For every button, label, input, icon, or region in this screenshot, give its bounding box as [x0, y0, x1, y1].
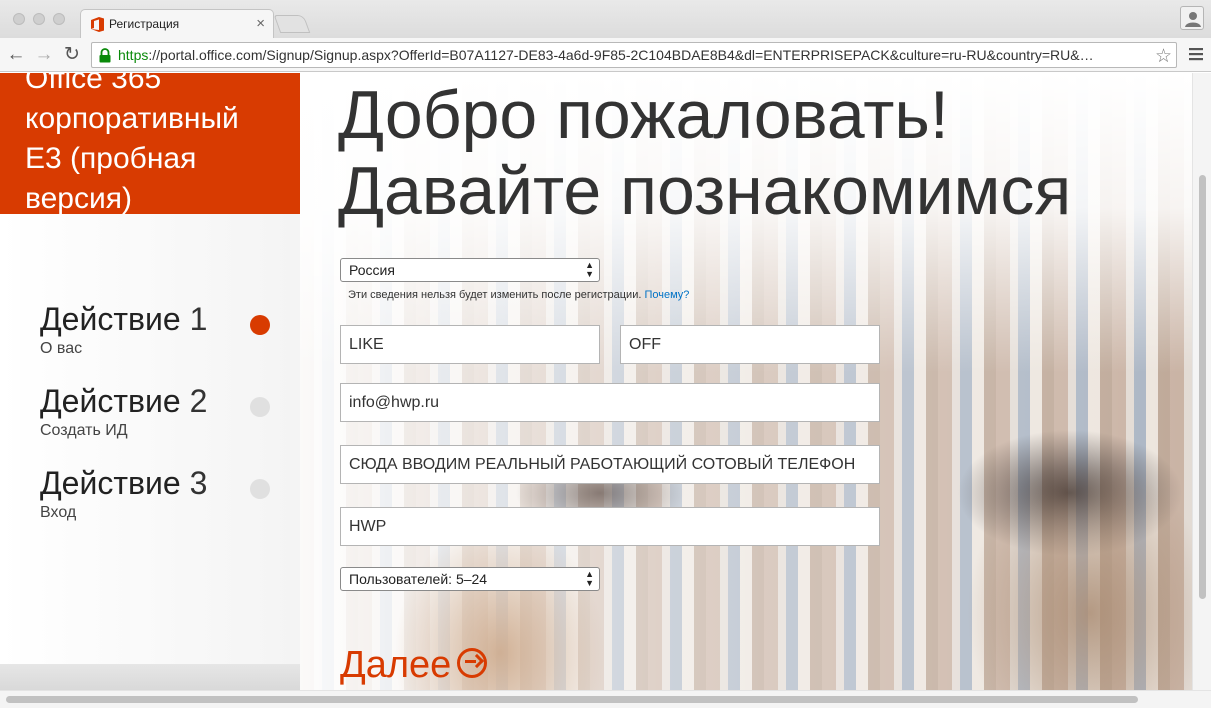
- new-tab-button[interactable]: [273, 15, 311, 33]
- horizontal-scroll-thumb[interactable]: [6, 696, 1138, 703]
- minimize-window-button[interactable]: [33, 13, 45, 25]
- email-input[interactable]: info@hwp.ru: [340, 383, 880, 422]
- step-2: Действие 2 Создать ИД: [40, 383, 207, 440]
- step-3-indicator: [250, 479, 270, 499]
- vertical-scroll-thumb[interactable]: [1199, 175, 1206, 599]
- next-label: Далее: [340, 644, 452, 686]
- step-number: 2: [189, 383, 208, 419]
- step-title: Действие 3: [40, 465, 207, 502]
- sidebar-footer-strip: [0, 664, 300, 690]
- step-title: Действие 2: [40, 383, 207, 420]
- page-content: Office 365 корпоративный E3 (пробная вер…: [0, 73, 1211, 708]
- why-link[interactable]: Почему?: [644, 289, 689, 301]
- lock-icon: [99, 48, 111, 63]
- address-bar[interactable]: https://portal.office.com/Signup/Signup.…: [91, 42, 1177, 68]
- select-arrows-icon: ▲ ▼: [585, 260, 594, 279]
- browser-toolbar: ← → ↻ https://portal.office.com/Signup/S…: [0, 38, 1211, 72]
- phone-input[interactable]: СЮДА ВВОДИМ РЕАЛЬНЫЙ РАБОТАЮЩИЙ СОТОВЫЙ …: [340, 445, 880, 484]
- tab-registration[interactable]: Регистрация ×: [80, 9, 274, 38]
- first-name-input[interactable]: LIKE: [340, 325, 600, 364]
- url-rest: ://portal.office.com/Signup/Signup.aspx?…: [148, 47, 1094, 63]
- step-number: 1: [189, 301, 208, 337]
- office-favicon-icon: [91, 17, 104, 32]
- step-label: Действие: [40, 383, 181, 419]
- product-name: Office 365 корпоративный E3 (пробная вер…: [25, 73, 239, 215]
- users-count-select[interactable]: Пользователей: 5–24 ▲ ▼: [340, 567, 600, 591]
- page-title: Добро пожаловать! Давайте познакомимся: [338, 77, 1071, 229]
- tab-bar: Регистрация ×: [0, 0, 1211, 38]
- forward-button[interactable]: →: [33, 44, 55, 66]
- step-subtitle: Создать ИД: [40, 422, 128, 439]
- step-subtitle: О вас: [40, 340, 83, 357]
- country-select[interactable]: Россия ▲ ▼: [340, 258, 600, 282]
- step-3: Действие 3 Вход: [40, 465, 207, 522]
- horizontal-scrollbar[interactable]: [0, 690, 1211, 708]
- step-1: Действие 1 О вас: [40, 301, 207, 358]
- product-banner: Office 365 корпоративный E3 (пробная вер…: [0, 73, 300, 215]
- select-arrows-icon: ▲ ▼: [585, 569, 594, 588]
- vertical-scrollbar[interactable]: [1192, 73, 1211, 690]
- step-label: Действие: [40, 465, 181, 501]
- back-button[interactable]: ←: [5, 44, 27, 66]
- hamburger-menu-icon[interactable]: [1187, 45, 1205, 63]
- users-count-value: Пользователей: 5–24: [349, 571, 488, 587]
- star-icon[interactable]: ☆: [1155, 45, 1172, 68]
- url-scheme: https: [118, 47, 149, 63]
- step-title: Действие 1: [40, 301, 207, 338]
- step-number: 3: [189, 465, 208, 501]
- url-text: https://portal.office.com/Signup/Signup.…: [118, 47, 1148, 63]
- profile-icon: [1185, 12, 1201, 27]
- page-title-line-1: Добро пожаловать!: [338, 77, 949, 153]
- step-subtitle: Вход: [40, 504, 77, 521]
- close-window-button[interactable]: [13, 13, 25, 25]
- last-name-input[interactable]: OFF: [620, 325, 880, 364]
- step-2-indicator: [250, 397, 270, 417]
- country-note: Эти сведения нельзя будет изменить после…: [348, 289, 689, 301]
- page-title-line-2: Давайте познакомимся: [338, 153, 1072, 229]
- company-input[interactable]: HWP: [340, 507, 880, 546]
- next-button[interactable]: Далее: [340, 644, 488, 687]
- step-label: Действие: [40, 301, 181, 337]
- tab-close-icon[interactable]: ×: [256, 15, 265, 32]
- profile-button[interactable]: [1180, 6, 1204, 30]
- maximize-window-button[interactable]: [53, 13, 65, 25]
- country-value: Россия: [349, 262, 395, 278]
- tab-title: Регистрация: [109, 17, 180, 31]
- step-1-indicator: [250, 315, 270, 335]
- reload-button[interactable]: ↻: [61, 44, 83, 66]
- country-note-text: Эти сведения нельзя будет изменить после…: [348, 289, 642, 301]
- arrow-right-circle-icon: [457, 647, 488, 678]
